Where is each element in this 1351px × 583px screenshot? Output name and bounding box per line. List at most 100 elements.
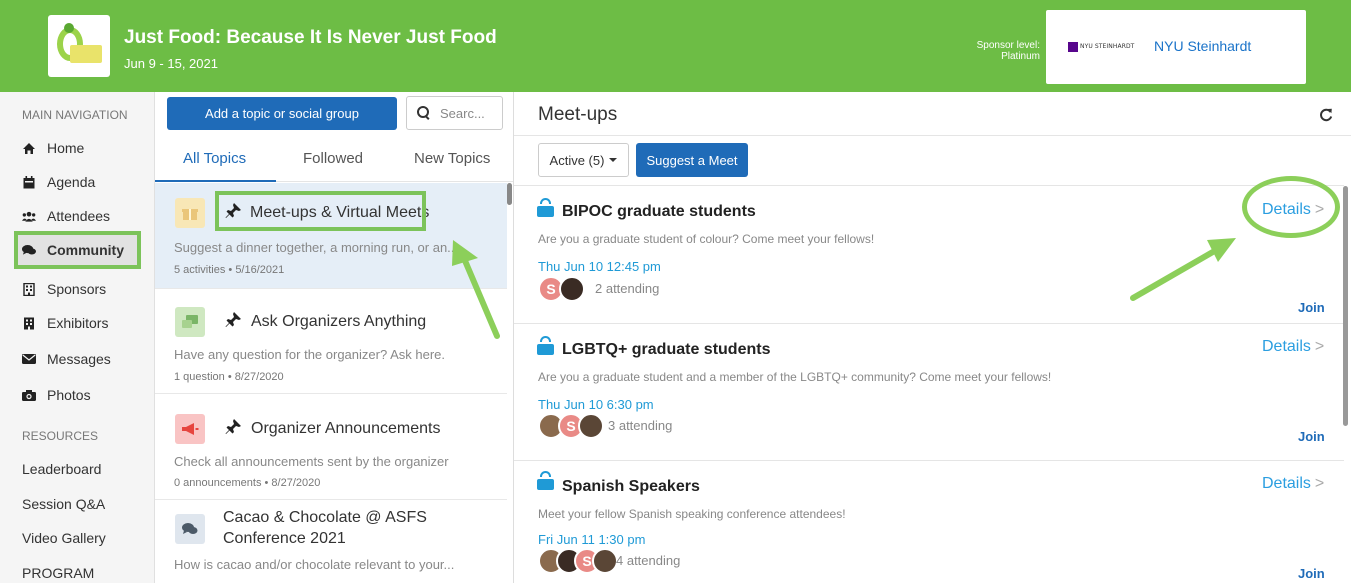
event-header: Just Food: Because It Is Never Just Food… xyxy=(0,0,1351,92)
attending-count: 2 attending xyxy=(595,281,660,296)
status-filter-dropdown[interactable]: Active (5) xyxy=(538,143,629,177)
topic-title-line2: Conference 2021 xyxy=(223,530,346,547)
topic-search[interactable] xyxy=(406,96,503,130)
event-dates: Jun 9 - 15, 2021 xyxy=(124,56,218,71)
sponsor-level: Sponsor level: Platinum xyxy=(976,40,1040,62)
nyu-logo: NYU STEINHARDT xyxy=(1068,41,1142,52)
nav-item-photos[interactable]: Photos xyxy=(22,382,91,408)
meetup-description: Meet your fellow Spanish speaking confer… xyxy=(538,507,846,521)
avatar xyxy=(578,413,604,439)
topic-title: Ask Organizers Anything xyxy=(251,313,427,330)
nav-item-sponsors[interactable]: Sponsors xyxy=(22,276,106,302)
topic-description: Suggest a dinner together, a morning run… xyxy=(174,240,459,255)
avatar xyxy=(559,276,585,302)
topics-scrollbar[interactable] xyxy=(507,183,512,205)
caret-down-icon xyxy=(609,158,618,162)
nav-item-messages[interactable]: Messages xyxy=(22,346,111,372)
tab-followed[interactable]: Followed xyxy=(303,150,363,167)
sponsor-name[interactable]: NYU Steinhardt xyxy=(1154,38,1251,54)
meetups-scrollbar[interactable] xyxy=(1343,186,1348,426)
topic-title-line1: Cacao & Chocolate @ ASFS xyxy=(223,509,427,526)
highlight-box-meetups xyxy=(215,191,426,231)
pin-icon xyxy=(225,418,242,440)
nav-item-exhibitors[interactable]: Exhibitors xyxy=(22,310,108,336)
details-link[interactable]: Details > xyxy=(1262,475,1324,493)
building-icon xyxy=(22,316,36,330)
users-icon xyxy=(22,209,36,223)
virtual-meet-icon xyxy=(537,336,554,356)
topic-item-meetups[interactable]: Meet-ups & Virtual Meets Suggest a dinne… xyxy=(155,183,507,289)
highlight-ellipse-details xyxy=(1242,176,1340,238)
refresh-icon[interactable] xyxy=(1319,106,1333,127)
topic-description: How is cacao and/or chocolate relevant t… xyxy=(174,557,455,572)
meetup-time: Thu Jun 10 12:45 pm xyxy=(538,259,661,274)
building-icon xyxy=(22,282,36,296)
home-icon xyxy=(22,141,36,155)
attending-count: 4 attending xyxy=(616,553,681,568)
topic-title: Organizer Announcements xyxy=(251,420,441,437)
resources-heading: RESOURCES xyxy=(22,429,99,443)
nav-item-leaderboard[interactable]: Leaderboard xyxy=(22,461,101,477)
nav-item-community[interactable]: Community xyxy=(14,231,141,269)
topic-meta: 5 activities • 5/16/2021 xyxy=(174,264,285,276)
add-topic-button[interactable]: Add a topic or social group xyxy=(167,97,397,130)
comments-icon xyxy=(175,514,205,544)
meetup-time: Fri Jun 11 1:30 pm xyxy=(538,532,646,547)
virtual-meet-icon xyxy=(537,471,554,491)
topic-tabs: All Topics Followed New Topics xyxy=(155,136,513,182)
meetups-title: Meet-ups xyxy=(538,104,618,125)
envelope-icon xyxy=(22,352,36,366)
topic-description: Check all announcements sent by the orga… xyxy=(174,454,449,469)
meetup-name: BIPOC graduate students xyxy=(562,203,756,220)
sponsor-card[interactable]: NYU STEINHARDT NYU Steinhardt xyxy=(1046,10,1306,84)
chevron-right-icon: > xyxy=(1314,338,1325,355)
search-icon xyxy=(417,105,432,121)
gift-icon xyxy=(175,198,205,228)
meetup-name: Spanish Speakers xyxy=(562,478,700,495)
main-navigation: MAIN NAVIGATION Home Agenda Attendees Co… xyxy=(0,92,155,583)
meetup-description: Are you a graduate student and a member … xyxy=(538,370,1052,384)
meetup-item-spanish[interactable]: Spanish Speakers Meet your fellow Spanis… xyxy=(514,460,1344,583)
pin-icon xyxy=(225,311,242,333)
nav-item-session-qa[interactable]: Session Q&A xyxy=(22,496,105,512)
topics-panel: Add a topic or social group All Topics F… xyxy=(155,92,514,583)
meetup-name: LGBTQ+ graduate students xyxy=(562,341,771,358)
calendar-icon xyxy=(22,175,36,189)
suggest-meet-button[interactable]: Suggest a Meet xyxy=(636,143,748,177)
meetups-panel: Meet-ups Active (5) Suggest a Meet BIPOC… xyxy=(514,92,1351,583)
tab-new-topics[interactable]: New Topics xyxy=(414,150,490,167)
virtual-meet-icon xyxy=(537,198,554,218)
meetup-time: Thu Jun 10 6:30 pm xyxy=(538,397,654,412)
topic-search-input[interactable] xyxy=(440,105,498,121)
event-title: Just Food: Because It Is Never Just Food xyxy=(124,27,497,48)
comments-icon xyxy=(22,243,36,257)
nav-item-home[interactable]: Home xyxy=(22,135,84,161)
details-link[interactable]: Details > xyxy=(1262,338,1324,356)
avatar xyxy=(592,548,618,574)
attending-count: 3 attending xyxy=(608,418,673,433)
join-button[interactable]: Join xyxy=(1298,300,1325,315)
qa-icon xyxy=(175,307,205,337)
active-tab-indicator xyxy=(155,180,276,182)
nav-item-video-gallery[interactable]: Video Gallery xyxy=(22,530,106,546)
topic-description: Have any question for the organizer? Ask… xyxy=(174,347,445,362)
nav-item-program[interactable]: PROGRAM xyxy=(22,565,94,581)
meetup-description: Are you a graduate student of colour? Co… xyxy=(538,232,875,246)
camera-icon xyxy=(22,388,36,402)
main-navigation-heading: MAIN NAVIGATION xyxy=(22,108,128,122)
topic-meta: 0 announcements • 8/27/2020 xyxy=(174,477,321,489)
meetup-item-lgbtq[interactable]: LGBTQ+ graduate students Are you a gradu… xyxy=(514,323,1344,460)
join-button[interactable]: Join xyxy=(1298,566,1325,581)
megaphone-icon xyxy=(175,414,205,444)
tab-all-topics[interactable]: All Topics xyxy=(183,150,246,167)
topic-item-cacao-chocolate[interactable]: Cacao & Chocolate @ ASFS Conference 2021… xyxy=(155,500,507,583)
topic-item-announcements[interactable]: Organizer Announcements Check all announ… xyxy=(155,394,507,500)
join-button[interactable]: Join xyxy=(1298,429,1325,444)
topic-meta: 1 question • 8/27/2020 xyxy=(174,371,284,383)
event-logo[interactable] xyxy=(48,15,110,77)
meetup-item-bipoc[interactable]: BIPOC graduate students Are you a gradua… xyxy=(514,185,1344,323)
nav-item-agenda[interactable]: Agenda xyxy=(22,169,95,195)
nav-item-attendees[interactable]: Attendees xyxy=(22,203,110,229)
topic-item-ask-organizers[interactable]: Ask Organizers Anything Have any questio… xyxy=(155,289,507,394)
chevron-right-icon: > xyxy=(1314,475,1325,492)
